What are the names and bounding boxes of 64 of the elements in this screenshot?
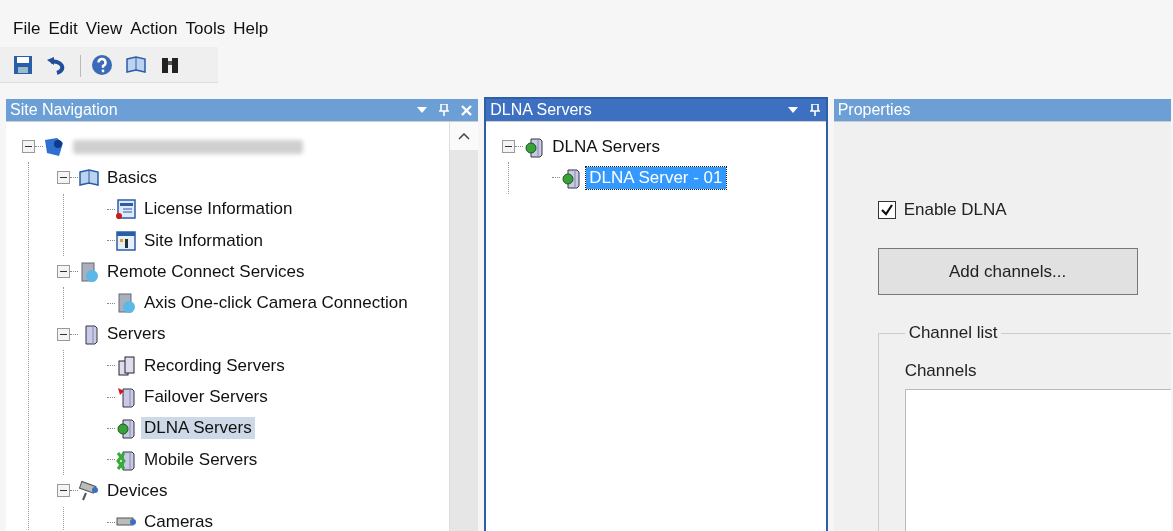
help-icon — [91, 53, 113, 76]
tree-item[interactable]: DLNA Servers — [549, 135, 663, 158]
tree-item[interactable]: Devices — [104, 479, 171, 502]
site-icon — [43, 135, 65, 158]
tree-item[interactable]: Site Information — [141, 229, 267, 252]
checkbox-label: Enable DLNA — [903, 200, 1007, 220]
tree-item[interactable]: Remote Connect Services — [104, 260, 308, 283]
camera-icon — [78, 479, 100, 502]
checkmark-icon — [880, 204, 893, 216]
server-icon — [115, 417, 137, 440]
menu-item[interactable]: Edit — [45, 19, 81, 40]
tree-item[interactable]: Basics — [104, 166, 161, 189]
dropdown-icon — [787, 107, 798, 113]
document-icon — [115, 198, 137, 221]
pin-button[interactable] — [439, 104, 450, 116]
tree-item[interactable]: Servers — [104, 323, 169, 346]
scrollbar[interactable] — [449, 122, 479, 531]
tree-item[interactable]: Recording Servers — [141, 354, 288, 377]
collapse-button[interactable] — [57, 171, 70, 185]
group-title: Channel list — [907, 323, 999, 343]
pin-icon — [439, 104, 450, 116]
collapse-button[interactable] — [22, 140, 35, 154]
tree-item[interactable]: Failover Servers — [141, 386, 271, 408]
collapse-button[interactable] — [57, 265, 70, 279]
tree-item[interactable]: Axis One-click Camera Connection — [141, 292, 411, 315]
panel-title: Site Navigation — [10, 101, 119, 119]
book-icon — [125, 53, 147, 76]
servers-icon — [115, 354, 137, 377]
panel-title: Properties — [837, 101, 912, 119]
server-connect-icon — [115, 292, 137, 315]
tree-item[interactable]: Mobile Servers — [141, 448, 261, 471]
close-icon — [461, 104, 473, 116]
dropdown-icon — [417, 107, 428, 113]
pin-button[interactable] — [809, 104, 820, 116]
checkbox[interactable] — [877, 201, 896, 219]
menu-item[interactable]: Tools — [182, 19, 229, 40]
dropdown-button[interactable] — [417, 107, 428, 113]
menu-item[interactable]: Help — [230, 19, 272, 40]
dropdown-button[interactable] — [787, 107, 798, 113]
menu-item[interactable]: Action — [127, 19, 181, 40]
save-icon — [12, 53, 34, 76]
channels-label: Channels — [904, 361, 978, 381]
panel-title: DLNA Servers — [490, 101, 593, 119]
book-icon — [78, 166, 100, 189]
tree-item[interactable]: DLNA Servers — [141, 417, 255, 440]
server-icon — [115, 386, 137, 408]
server-icon — [115, 448, 137, 471]
collapse-button[interactable] — [502, 140, 516, 154]
collapse-button[interactable] — [57, 327, 70, 341]
enable-dlna-checkbox[interactable]: Enable DLNA — [877, 200, 1171, 220]
scroll-up-button[interactable] — [450, 122, 479, 150]
pin-icon — [809, 104, 820, 116]
tree-item[interactable]: Cameras — [141, 511, 216, 531]
info-icon — [115, 229, 137, 252]
chevron-up-icon — [458, 132, 471, 140]
collapse-button[interactable] — [57, 484, 70, 498]
menu-item[interactable]: View — [82, 19, 126, 40]
add-channels-button[interactable]: Add channels... — [877, 248, 1138, 295]
tree-item[interactable]: License Information — [141, 198, 296, 221]
server-icon — [523, 135, 546, 158]
server-connect-icon — [78, 260, 100, 283]
menu-item[interactable]: File — [10, 19, 44, 40]
close-button[interactable] — [461, 104, 473, 116]
server-icon — [560, 166, 583, 189]
